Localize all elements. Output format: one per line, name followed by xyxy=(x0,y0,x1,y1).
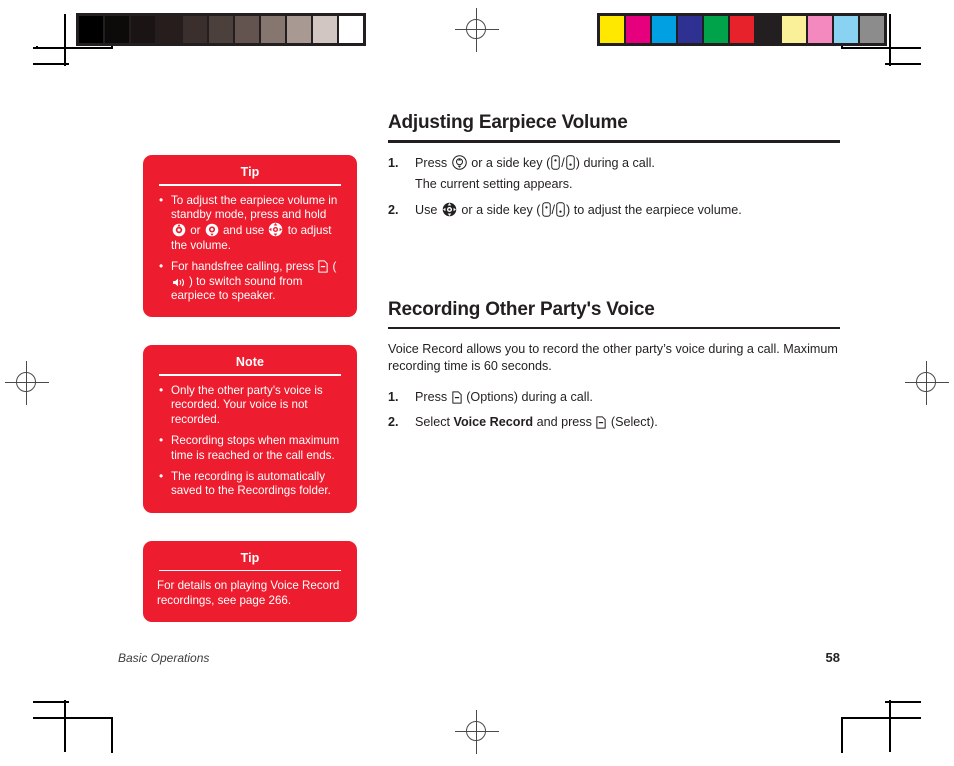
callout-bullet-list: Only the other party's voice is recorded… xyxy=(157,383,343,499)
side-key-up-icon xyxy=(541,201,551,217)
side-key-down-icon xyxy=(556,201,565,217)
callout-paragraph: For details on playing Voice Record reco… xyxy=(157,579,340,607)
step-item: 1. Press or a side key ( / ) during a cal… xyxy=(388,154,655,170)
step-list: 1. Press or a side key ( / ) during a cal… xyxy=(388,154,840,172)
callout-bullet-item: The recording is automatically saved to … xyxy=(157,469,343,499)
step-item: 1. Press (Options) during a call. xyxy=(388,390,593,405)
callout-title: Tip xyxy=(240,550,260,565)
footer-chapter-label: Basic Operations xyxy=(118,651,210,665)
step-result-text: The current setting appears. xyxy=(415,176,573,191)
volume-key-icon xyxy=(451,154,467,170)
emphasized-term: Voice Record xyxy=(453,415,534,430)
callout-title: Note xyxy=(235,355,265,370)
left-softkey-icon xyxy=(596,416,607,429)
callout-bullet-item: Recording stops when maximum time is rea… xyxy=(157,433,343,463)
section-rule xyxy=(388,326,840,330)
callout-bullet-list: To adjust the earpiece volume in standby… xyxy=(157,193,343,304)
step-list: 1. Press (Options) during a call. 2. Select… xyxy=(388,389,840,431)
side-key-up-icon xyxy=(551,154,561,170)
callout-divider xyxy=(159,374,341,377)
callout-box-tip: Tip For details on playing Voice Record r… xyxy=(143,540,357,623)
callout-bullet-item: For handsfree calling, press ( ) to swit… xyxy=(157,259,343,303)
volume-down-key-icon xyxy=(205,223,219,237)
volume-up-key-icon xyxy=(172,223,186,237)
step-item: 2. Select Voice Record and press (Select)… xyxy=(388,415,658,430)
step-number: 1. xyxy=(388,390,399,405)
manual-page: Tip To adjust the earpiece volume in stan… xyxy=(0,0,954,766)
callout-box-tip: Tip To adjust the earpiece volume in stan… xyxy=(143,155,357,318)
navigation-pad-icon xyxy=(442,202,457,217)
callout-divider xyxy=(159,569,341,572)
navigation-pad-icon xyxy=(268,222,283,237)
section-intro-paragraph: Voice Record allows you to record the ot… xyxy=(388,342,838,374)
callout-bullet-item: Only the other party's voice is recorded… xyxy=(157,383,343,427)
section-rule xyxy=(388,140,840,143)
section-heading: Adjusting Earpiece Volume xyxy=(388,112,628,133)
section-heading: Recording Other Party's Voice xyxy=(388,298,655,320)
step-number: 2. xyxy=(388,202,399,217)
callout-bullet-item: To adjust the earpiece volume in standby… xyxy=(157,193,343,254)
left-softkey-icon xyxy=(452,391,462,404)
main-content-column: Adjusting Earpiece Volume 1. Press or a si… xyxy=(388,112,840,439)
step-number: 1. xyxy=(388,155,399,170)
step-number: 2. xyxy=(388,415,399,430)
page-footer: Basic Operations 58 xyxy=(118,650,840,665)
callout-divider xyxy=(159,184,341,186)
step-item: 2. Use or a side key ( / ) to adjust the … xyxy=(388,201,742,217)
footer-page-number: 58 xyxy=(825,650,840,665)
side-key-down-icon xyxy=(566,154,575,170)
callout-box-note: Note Only the other party's voice is reco… xyxy=(143,345,357,513)
callout-title: Tip xyxy=(240,165,260,179)
step-list: 2. Use or a side key ( / ) to adjust the … xyxy=(388,201,840,219)
left-softkey-icon xyxy=(318,260,328,273)
speaker-icon xyxy=(172,277,188,288)
sidebar-callouts: Tip To adjust the earpiece volume in stan… xyxy=(143,155,357,650)
